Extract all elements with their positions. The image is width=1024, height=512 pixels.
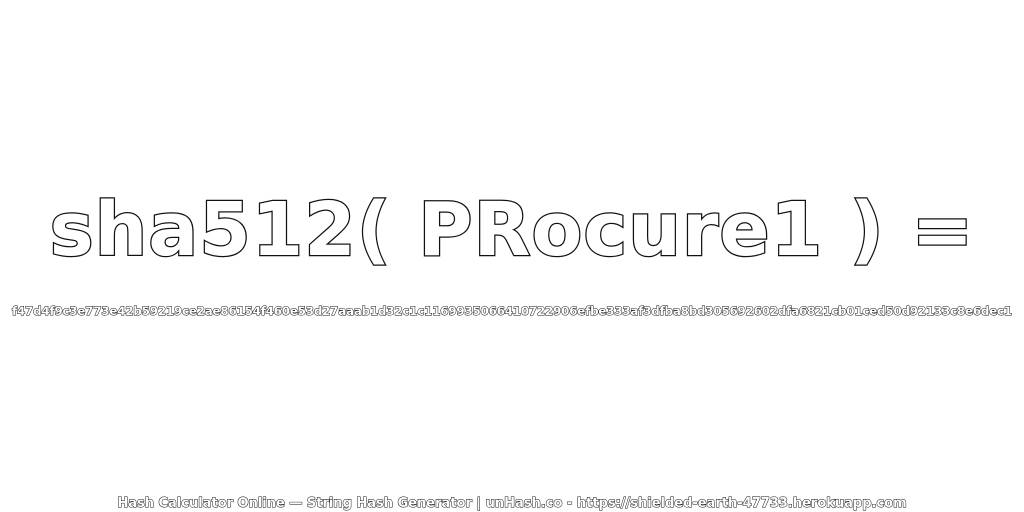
hash-result-value: f47d4f9c3e773e42b59219ce2ae86154f460e53d… (12, 304, 1013, 319)
site-footer-text: Hash Calculator Online — String Hash Gen… (117, 496, 907, 512)
hash-expression-title: sha512( PRocure1 ) = (48, 186, 975, 275)
page: sha512( PRocure1 ) = f47d4f9c3e773e42b59… (0, 0, 1024, 512)
